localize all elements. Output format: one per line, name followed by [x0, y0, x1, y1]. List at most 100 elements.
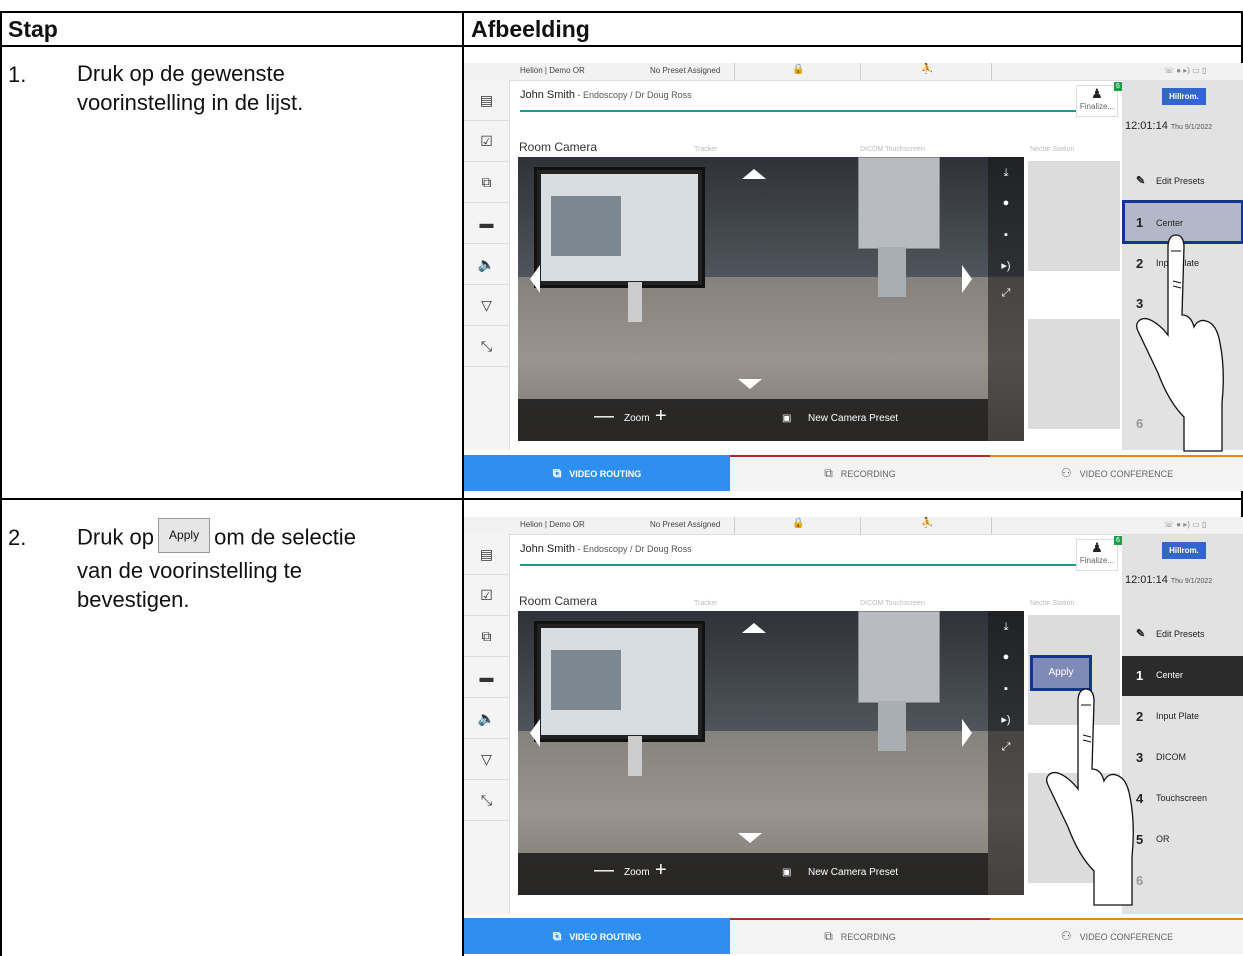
preset-item-2[interactable]: 2Input Plate [1122, 697, 1243, 737]
speaker-icon[interactable]: 🔈 [464, 698, 509, 739]
tab-video-conference[interactable]: ⚇ VIDEO CONFERENCE [990, 918, 1243, 954]
camera-tool-strip: ⤓ ● ▪ ▸) ⤢ [988, 157, 1024, 441]
camera-view[interactable]: ⤓ ● ▪ ▸) ⤢ — Zoom + ▣ New Camera Preset [518, 611, 1024, 895]
system-status-icons: ☏ ● ▸) ▭ ▯ [1164, 520, 1207, 529]
record-dot-icon[interactable]: ● [988, 197, 1024, 209]
save-icon[interactable]: ▣ [782, 867, 791, 878]
clock-time: 12:01:14 [1125, 574, 1168, 586]
tab-recording[interactable]: ⧉ RECORDING [730, 455, 990, 491]
audio-icon[interactable]: ▸) [988, 259, 1024, 272]
clock: 12:01:14 Thu 9/1/2022 [1125, 120, 1212, 132]
zoom-out-icon[interactable]: — [594, 405, 614, 428]
preset-item-6[interactable]: 6 [1122, 861, 1243, 901]
preset-item-4[interactable]: 4 Touchscreen [1122, 779, 1243, 819]
camera-monitor-image [534, 621, 705, 742]
bottom-tab-bar: ⧉ VIDEO ROUTING ⧉ RECORDING ⚇ VIDEO CONFERE… [464, 918, 1243, 954]
recording-icon: ⧉ [824, 929, 833, 943]
fullscreen-icon[interactable]: ⤢ [988, 741, 1024, 754]
pan-up-icon[interactable] [742, 169, 766, 179]
pan-left-icon[interactable] [530, 265, 540, 293]
patient-card-icon[interactable]: ▤ [464, 80, 509, 121]
lock-icon[interactable]: 🔒 [792, 518, 804, 529]
recording-tab-accent [730, 918, 990, 920]
pan-right-icon[interactable] [962, 265, 972, 293]
lamp-icon[interactable]: ▽ [464, 285, 509, 326]
location-label: Helion | Demo OR [520, 520, 585, 529]
sources-icon[interactable]: ⧉ [464, 616, 509, 657]
video-conference-icon: ⚇ [1060, 466, 1072, 480]
pointing-hand-icon [1136, 234, 1224, 452]
displays-icon[interactable]: ▬ [464, 203, 509, 244]
new-camera-preset-button[interactable]: New Camera Preset [808, 413, 898, 424]
staff-icon[interactable]: ⛹ [921, 518, 933, 529]
step-2-text-line3: bevestigen. [77, 587, 190, 612]
step-2-text-after: om de selectie [214, 524, 356, 550]
lamp-icon[interactable]: ▽ [464, 739, 509, 780]
tab-recording[interactable]: ⧉ RECORDING [730, 918, 990, 954]
fullscreen-icon[interactable]: ⤢ [988, 287, 1024, 300]
pan-up-icon[interactable] [742, 623, 766, 633]
pan-left-icon[interactable] [530, 719, 540, 747]
left-toolbar: ▤ ☑ ⧉ ▬ 🔈 ▽ ⤡ [464, 534, 510, 914]
preset-item-1[interactable]: 1 Center [1122, 656, 1243, 696]
faint-label-nectar: Nectar Station [1030, 600, 1075, 607]
lock-icon[interactable]: 🔒 [792, 64, 804, 75]
finalize-button[interactable]: 6 ♟ Finalize... [1076, 82, 1122, 117]
inline-apply-button: Apply [158, 518, 211, 553]
pointing-hand-icon [1046, 688, 1134, 906]
audio-icon[interactable]: ▸) [988, 713, 1024, 726]
speaker-icon[interactable]: 🔈 [464, 244, 509, 285]
clock: 12:01:14 Thu 9/1/2022 [1125, 574, 1212, 586]
patient-card-icon[interactable]: ▤ [464, 534, 509, 575]
patient-procedure: - Endoscopy / Dr Doug Ross [575, 90, 692, 100]
step-1-text: Druk op de gewenste voorinstelling in de… [77, 61, 304, 115]
tab-video-conference[interactable]: ⚇ VIDEO CONFERENCE [990, 455, 1243, 491]
save-icon[interactable]: ▣ [782, 413, 791, 424]
screenshot-step-2: Helion | Demo OR No Preset Assigned 🔒 ⛹ … [464, 517, 1243, 956]
camera-cart-image [858, 157, 940, 249]
record-dot-icon[interactable]: ● [988, 651, 1024, 663]
camera-icon[interactable]: ▪ [988, 683, 1024, 695]
expand-icon[interactable]: ⤡ [464, 326, 509, 367]
patient-header: John Smith - Endoscopy / Dr Doug Ross [520, 543, 692, 555]
clipboard-check-icon[interactable]: ☑ [464, 575, 509, 616]
step-2-text-before: Druk op [77, 524, 155, 550]
video-routing-icon: ⧉ [552, 466, 562, 480]
finalize-badge: 6 [1114, 82, 1122, 91]
top-status-bar: Helion | Demo OR No Preset Assigned 🔒 ⛹ … [464, 63, 1243, 81]
conference-tab-accent [990, 455, 1243, 457]
screenshot-step-1: Helion | Demo OR No Preset Assigned 🔒 ⛹ … [464, 63, 1243, 491]
edit-presets-item[interactable]: ✎ Edit Presets [1122, 162, 1243, 202]
zoom-in-icon[interactable]: + [655, 405, 667, 428]
zoom-out-icon[interactable]: — [594, 859, 614, 882]
tab-video-routing[interactable]: ⧉ VIDEO ROUTING [464, 455, 730, 491]
preset-status: No Preset Assigned [650, 520, 721, 529]
snapshot-icon[interactable]: ⤓ [988, 621, 1024, 634]
pan-right-icon[interactable] [962, 719, 972, 747]
background-tile [1028, 319, 1120, 429]
pan-down-icon[interactable] [738, 833, 762, 843]
step-2-text: Druk op Apply om de selectie van de voorin… [77, 518, 457, 614]
camera-icon[interactable]: ▪ [988, 229, 1024, 241]
displays-icon[interactable]: ▬ [464, 657, 509, 698]
zoom-in-icon[interactable]: + [655, 859, 667, 882]
step-1-number: 1. [8, 62, 27, 87]
finalize-button[interactable]: 6 ♟ Finalize... [1076, 536, 1122, 571]
edit-presets-item[interactable]: ✎ Edit Presets [1122, 615, 1243, 655]
room-camera-title: Room Camera [519, 140, 598, 154]
snapshot-icon[interactable]: ⤓ [988, 167, 1024, 180]
expand-icon[interactable]: ⤡ [464, 780, 509, 821]
preset-item-3[interactable]: 3 DICOM [1122, 738, 1243, 778]
tab-video-routing[interactable]: ⧉ VIDEO ROUTING [464, 918, 730, 954]
camera-view[interactable]: ⤓ ● ▪ ▸) ⤢ — Zoom + ▣ New Camera Preset [518, 157, 1024, 441]
preset-item-5[interactable]: 5 OR [1122, 820, 1243, 860]
pan-down-icon[interactable] [738, 379, 762, 389]
table-header-separator [0, 45, 1243, 47]
header-step: Stap [8, 16, 58, 42]
new-camera-preset-button[interactable]: New Camera Preset [808, 867, 898, 878]
person-check-icon: ♟ [1091, 540, 1103, 555]
bottom-tab-bar: ⧉ VIDEO ROUTING ⧉ RECORDING ⚇ VIDEO CONFERE… [464, 455, 1243, 491]
staff-icon[interactable]: ⛹ [921, 64, 933, 75]
sources-icon[interactable]: ⧉ [464, 162, 509, 203]
clipboard-check-icon[interactable]: ☑ [464, 121, 509, 162]
